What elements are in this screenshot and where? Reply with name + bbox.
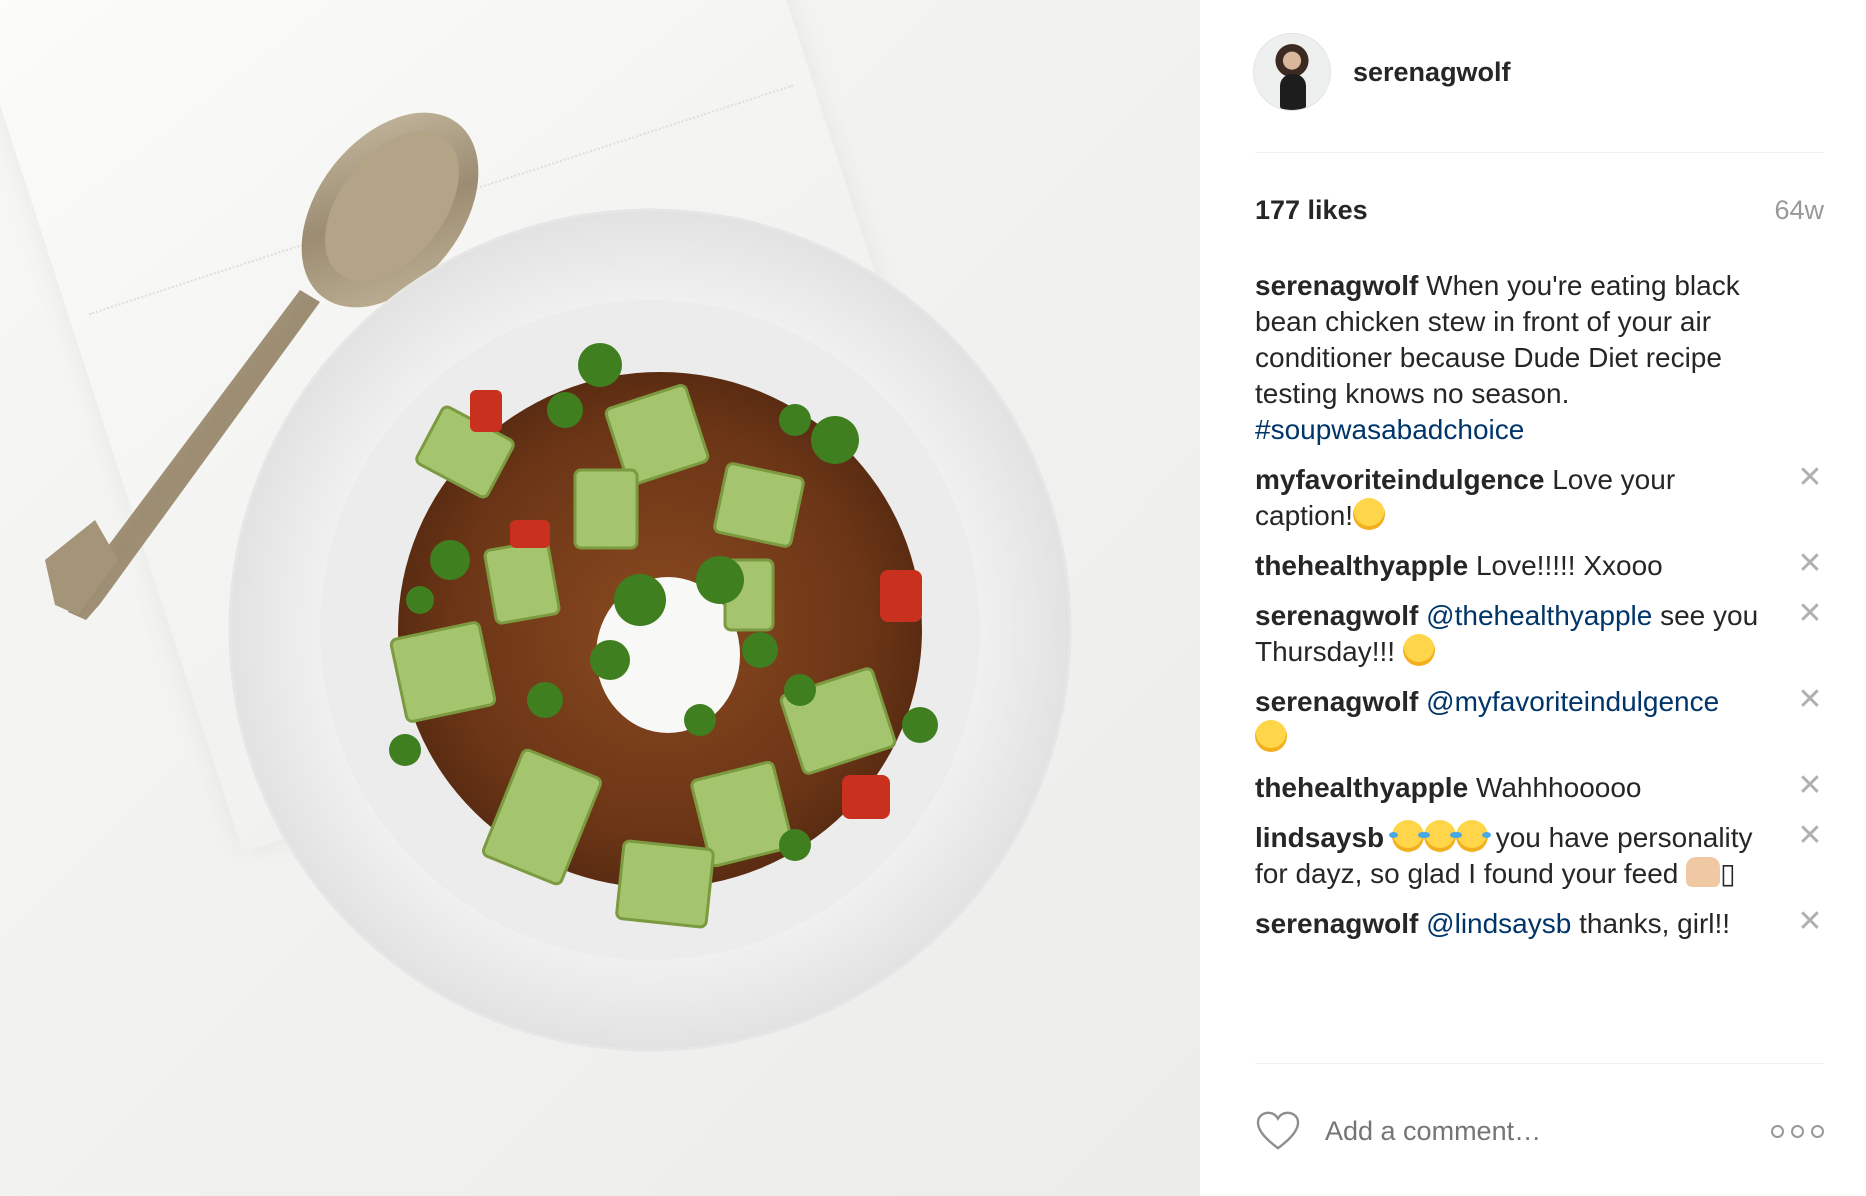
post-sidebar: serenagwolf 177 likes 64w serenagwolf Wh… — [1200, 0, 1866, 1196]
comment-username[interactable]: thehealthyapple — [1255, 772, 1468, 803]
close-icon[interactable]: ✕ — [1796, 821, 1824, 851]
caption: serenagwolf When you're eating black bea… — [1255, 268, 1824, 448]
comment-username[interactable]: myfavoriteindulgence — [1255, 464, 1544, 495]
avatar[interactable] — [1253, 33, 1331, 111]
divider — [1255, 152, 1824, 153]
raised-hands-emoji-icon — [1686, 857, 1721, 887]
instagram-post: serenagwolf 177 likes 64w serenagwolf Wh… — [0, 0, 1866, 1196]
comment-username[interactable]: lindsaysb — [1255, 822, 1384, 853]
close-icon[interactable]: ✕ — [1796, 771, 1824, 801]
close-icon[interactable]: ✕ — [1796, 463, 1824, 493]
laughing-tears-emoji-icon — [1420, 820, 1459, 852]
spoon-illustration — [45, 112, 1072, 1052]
comment-item: thehealthyapple Wahhhooooo ✕ — [1255, 770, 1824, 806]
add-comment-input[interactable] — [1323, 1114, 1771, 1148]
heart-icon[interactable] — [1255, 1110, 1301, 1152]
comment-username[interactable]: thehealthyapple — [1255, 550, 1468, 581]
laughing-tears-emoji-icon — [1388, 820, 1427, 852]
comment-username[interactable]: serenagwolf — [1255, 600, 1418, 631]
comment-bar — [1255, 1110, 1824, 1152]
comment-text: Love!!!!! Xxooo — [1475, 550, 1663, 581]
post-header: serenagwolf — [1253, 33, 1511, 111]
post-age[interactable]: 64w — [1774, 195, 1824, 226]
comment-item: myfavoriteindulgence Love your caption! … — [1255, 462, 1824, 534]
likes-row: 177 likes 64w — [1255, 195, 1824, 226]
comment-item: serenagwolf @thehealthyapple see you Thu… — [1255, 598, 1824, 670]
laughing-tears-emoji-icon — [1452, 820, 1491, 852]
grinning-emoji-icon — [1353, 498, 1386, 530]
comments-list: serenagwolf When you're eating black bea… — [1255, 268, 1824, 956]
comment-mention[interactable]: @thehealthyapple — [1426, 600, 1652, 631]
comment-item: serenagwolf @lindsaysb thanks, girl!! ✕ — [1255, 906, 1824, 942]
dot — [1771, 1124, 1784, 1138]
more-options-icon[interactable] — [1771, 1124, 1824, 1138]
post-author-username[interactable]: serenagwolf — [1353, 57, 1511, 88]
close-icon[interactable]: ✕ — [1796, 907, 1824, 937]
wink-emoji-icon — [1255, 720, 1287, 752]
comment-username[interactable]: serenagwolf — [1255, 908, 1418, 939]
comment-username[interactable]: serenagwolf — [1255, 686, 1418, 717]
caption-hashtag[interactable]: #soupwasabadchoice — [1255, 412, 1764, 448]
post-photo[interactable] — [0, 0, 1200, 1196]
comment-username[interactable]: serenagwolf — [1255, 270, 1418, 301]
dot — [1811, 1124, 1824, 1138]
dot — [1791, 1124, 1804, 1138]
likes-count[interactable]: 177 likes — [1255, 195, 1368, 226]
comment-mention[interactable]: @lindsaysb — [1426, 908, 1571, 939]
close-icon[interactable]: ✕ — [1796, 685, 1824, 715]
divider — [1255, 1063, 1824, 1064]
comment-text: Wahhhooooo — [1475, 772, 1642, 803]
comment-item: lindsaysb you have personality for dayz,… — [1255, 820, 1824, 892]
comment-item: thehealthyapple Love!!!!! Xxooo ✕ — [1255, 548, 1824, 584]
comment-item: serenagwolf @myfavoriteindulgence ✕ — [1255, 684, 1824, 756]
close-icon[interactable]: ✕ — [1796, 599, 1824, 629]
comment-mention[interactable]: @myfavoriteindulgence — [1426, 686, 1719, 717]
comment-text: thanks, girl!! — [1579, 908, 1731, 939]
kiss-emoji-icon — [1402, 634, 1435, 666]
missing-glyph: ▯ — [1720, 858, 1736, 889]
close-icon[interactable]: ✕ — [1796, 549, 1824, 579]
